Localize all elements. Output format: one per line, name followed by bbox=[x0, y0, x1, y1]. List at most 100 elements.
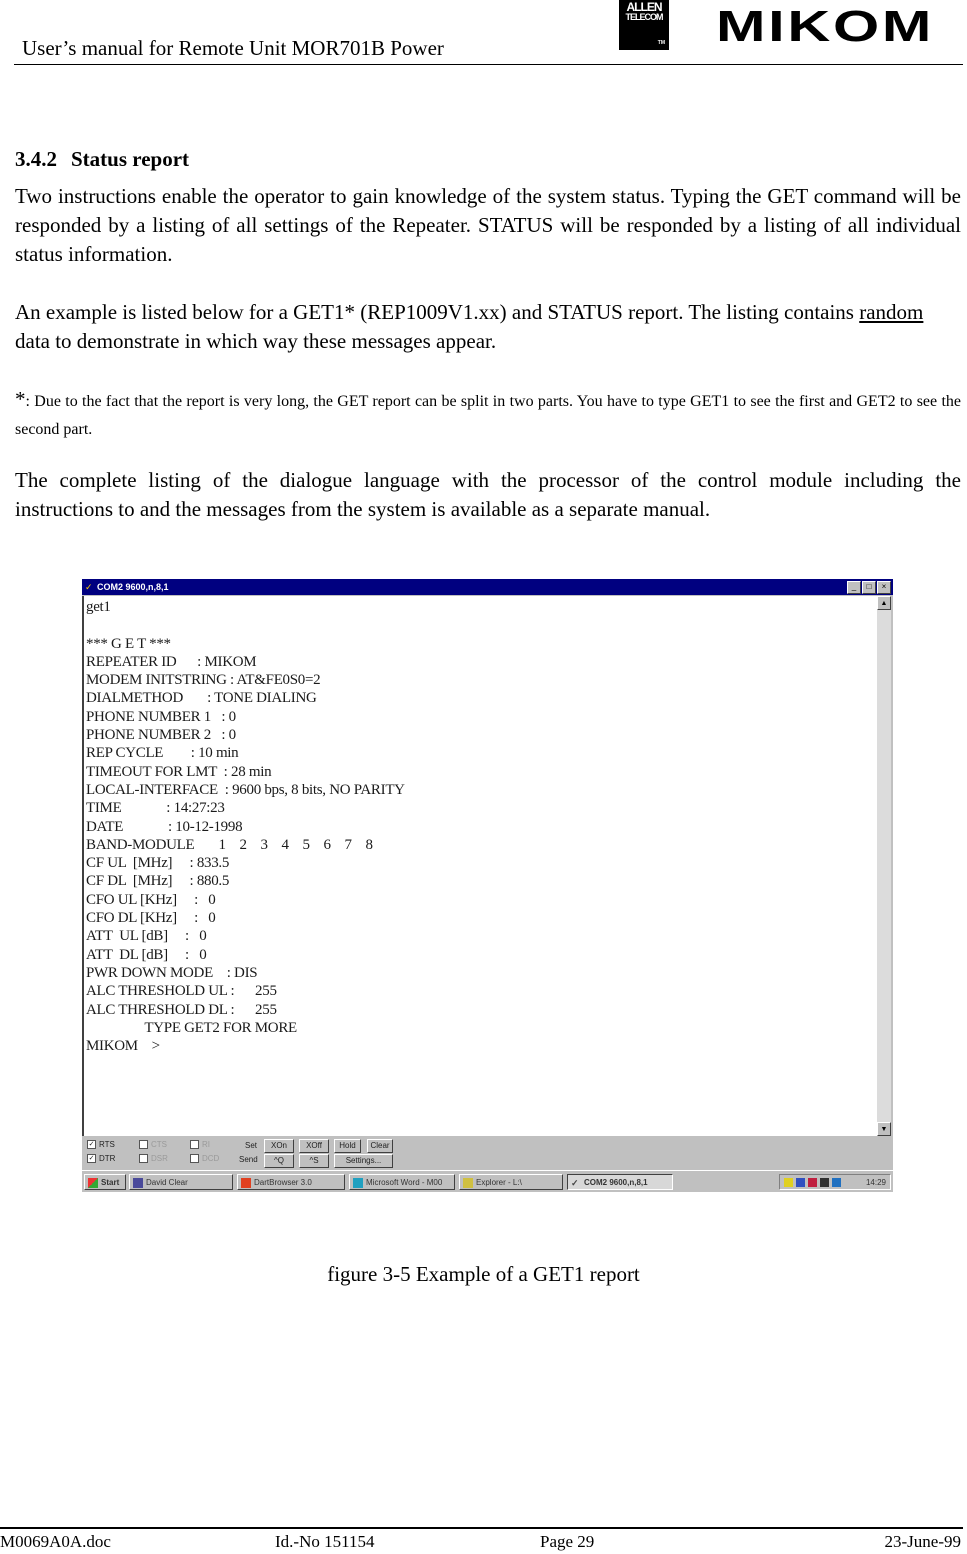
logo-telecom-text: TELECOM bbox=[625, 12, 664, 22]
start-label: Start bbox=[101, 1178, 120, 1187]
tray-app-icon[interactable] bbox=[832, 1178, 841, 1187]
terminal-line: CF UL [MHz] : 833.5 bbox=[86, 855, 230, 872]
checkbox-icon bbox=[190, 1154, 199, 1163]
system-tray: 14:29 bbox=[779, 1174, 891, 1190]
network-icon[interactable] bbox=[796, 1178, 805, 1187]
windows-logo-icon bbox=[88, 1177, 98, 1188]
terminal-line: *** G E T *** bbox=[86, 635, 171, 652]
antivirus-shield-icon[interactable] bbox=[808, 1178, 817, 1187]
checkbox-dcd-label: DCD bbox=[202, 1154, 220, 1163]
settings-button[interactable]: Settings... bbox=[334, 1154, 393, 1168]
minimize-button[interactable]: _ bbox=[847, 581, 861, 594]
terminal-line: BAND-MODULE 1 2 3 4 5 6 7 8 bbox=[86, 836, 373, 853]
hold-button[interactable]: Hold bbox=[334, 1139, 361, 1153]
logo-allen-text: ALLEN bbox=[626, 0, 663, 14]
paragraph-intro: Two instructions enable the operator to … bbox=[15, 184, 961, 266]
checkbox-cts-label: CTS bbox=[151, 1140, 167, 1149]
section-number: 3.4.2 bbox=[15, 147, 57, 171]
checkbox-dsr: DSR bbox=[139, 1154, 168, 1163]
checkbox-dsr-label: DSR bbox=[151, 1154, 168, 1163]
ctrl-s-button[interactable]: ^S bbox=[299, 1154, 329, 1168]
terminal-line: DATE : 10-12-1998 bbox=[86, 818, 243, 835]
checkbox-dtr[interactable]: ✓ DTR bbox=[87, 1154, 115, 1163]
taskbar-item-active[interactable]: ✓ COM2 9600,n,8,1 bbox=[567, 1174, 673, 1190]
speaker-icon[interactable] bbox=[784, 1178, 793, 1187]
terminal-window-screenshot: ✓ COM2 9600,n,8,1 _ □ × get1 *** G E T ***… bbox=[82, 579, 893, 1192]
figure-caption: figure 3-5 Example of a GET1 report bbox=[327, 1262, 640, 1286]
app-icon bbox=[241, 1177, 251, 1188]
terminal-line: CF DL [MHz] : 880.5 bbox=[86, 873, 230, 890]
send-label: Send bbox=[239, 1155, 258, 1164]
checkbox-cts: CTS bbox=[139, 1140, 167, 1149]
mikom-logo: MIKOM bbox=[716, 2, 935, 51]
terminal-app-icon: ✓ bbox=[571, 1177, 579, 1188]
checkbox-icon bbox=[139, 1154, 148, 1163]
taskbar-item[interactable]: Microsoft Word - M00 bbox=[349, 1174, 455, 1190]
explorer-icon bbox=[463, 1177, 473, 1188]
terminal-line: get1 bbox=[86, 599, 111, 615]
terminal-line: TIME : 14:27:23 bbox=[86, 800, 225, 817]
xoff-button[interactable]: XOff bbox=[299, 1139, 329, 1153]
terminal-line: ATT UL [dB] : 0 bbox=[86, 928, 207, 945]
logo-trademark: TM bbox=[657, 40, 665, 46]
taskbar-item[interactable]: David Clear bbox=[129, 1174, 233, 1190]
checkbox-ri: RI bbox=[190, 1140, 210, 1149]
window-title: COM2 9600,n,8,1 bbox=[97, 582, 169, 592]
terminal-line: PWR DOWN MODE : DIS bbox=[86, 964, 258, 981]
terminal-line: REP CYCLE : 10 min bbox=[86, 745, 239, 762]
taskbar-item-label: COM2 9600,n,8,1 bbox=[584, 1178, 648, 1187]
taskbar-item[interactable]: DartBrowser 3.0 bbox=[237, 1174, 345, 1190]
start-button[interactable]: Start bbox=[84, 1174, 126, 1190]
checkbox-icon bbox=[190, 1140, 199, 1149]
xon-button[interactable]: XOn bbox=[264, 1139, 294, 1153]
checkbox-ri-label: RI bbox=[202, 1140, 210, 1149]
checkbox-rts[interactable]: ✓ RTS bbox=[87, 1140, 115, 1149]
paragraph-example: An example is listed below for a GET1* (… bbox=[15, 298, 961, 356]
terminal-line: PHONE NUMBER 1 : 0 bbox=[86, 708, 236, 725]
terminal-line: DIALMETHOD : TONE DIALING bbox=[86, 690, 317, 707]
document-header-title: User’s manual for Remote Unit MOR701B Po… bbox=[22, 36, 444, 60]
set-label: Set bbox=[245, 1141, 258, 1150]
tray-app-icon[interactable] bbox=[820, 1178, 829, 1187]
footer-date: 23-June-99 bbox=[884, 1532, 961, 1551]
terminal-line: MODEM INITSTRING : AT&FE0S0=2 bbox=[86, 672, 321, 689]
paragraph-example-text-b: data to demonstrate in which way these m… bbox=[15, 329, 497, 353]
terminal-line: ALC THRESHOLD UL : 255 bbox=[86, 983, 277, 1000]
clear-button[interactable]: Clear bbox=[367, 1139, 393, 1153]
taskbar-item[interactable]: Explorer - L:\ bbox=[459, 1174, 563, 1190]
terminal-output-area[interactable]: get1 *** G E T *** REPEATER ID : MIKOM MODE… bbox=[82, 596, 877, 1136]
footer-divider bbox=[0, 1527, 963, 1529]
vertical-scrollbar[interactable]: ▲ ▼ bbox=[877, 596, 891, 1136]
footer-id-number: Id.-No 151154 bbox=[275, 1532, 375, 1551]
terminal-line: TYPE GET2 FOR MORE bbox=[86, 1019, 297, 1036]
footnote-text: : Due to the fact that the report is ver… bbox=[15, 393, 961, 438]
terminal-line: ALC THRESHOLD DL : 255 bbox=[86, 1001, 277, 1018]
section-title: Status report bbox=[71, 147, 190, 171]
scroll-up-arrow-icon[interactable]: ▲ bbox=[877, 596, 891, 610]
serial-control-bar: ✓ RTS ✓ DTR CTS DSR RI DCD Set Send XOn XO… bbox=[82, 1136, 893, 1170]
app-icon bbox=[133, 1177, 143, 1188]
footer-page-number: Page 29 bbox=[540, 1532, 595, 1551]
ctrl-q-button[interactable]: ^Q bbox=[264, 1154, 294, 1168]
footnote-marker: * bbox=[15, 387, 26, 411]
footnote-paragraph: *: Due to the fact that the report is ve… bbox=[15, 385, 961, 444]
checkbox-checked-icon: ✓ bbox=[87, 1140, 96, 1149]
close-button[interactable]: × bbox=[877, 581, 891, 594]
section-heading: 3.4.2 Status report bbox=[15, 147, 189, 172]
checkbox-icon bbox=[139, 1140, 148, 1149]
maximize-button[interactable]: □ bbox=[862, 581, 876, 594]
taskbar-item-label: Microsoft Word - M00 bbox=[366, 1178, 443, 1187]
terminal-line: REPEATER ID : MIKOM bbox=[86, 653, 257, 670]
scroll-down-arrow-icon[interactable]: ▼ bbox=[877, 1122, 891, 1136]
window-controls: _ □ × bbox=[847, 581, 891, 594]
checkbox-dtr-label: DTR bbox=[99, 1154, 116, 1163]
terminal-app-icon: ✓ bbox=[85, 582, 93, 592]
paragraph-example-text-a: An example is listed below for a GET1* (… bbox=[15, 300, 860, 324]
terminal-line: CFO DL [KHz] : 0 bbox=[86, 910, 216, 927]
taskbar-item-label: David Clear bbox=[146, 1178, 188, 1187]
terminal-line: TIMEOUT FOR LMT : 28 min bbox=[86, 763, 272, 780]
windows-taskbar: Start David Clear DartBrowser 3.0 Micros… bbox=[82, 1170, 893, 1192]
footer-doc-name: M0069A0A.doc bbox=[0, 1532, 111, 1551]
allen-telecom-logo: ALLEN TELECOM TM bbox=[619, 0, 669, 50]
